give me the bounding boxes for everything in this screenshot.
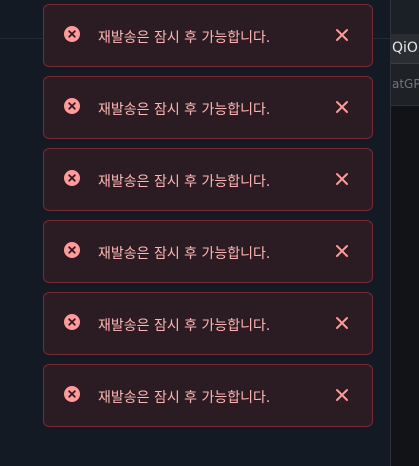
close-icon[interactable] <box>331 312 353 334</box>
toast-stack: 재발송은 잠시 후 가능합니다. 재발송은 잠시 후 가능합니다. 재발송은 잠… <box>43 4 373 436</box>
error-toast: 재발송은 잠시 후 가능합니다. <box>43 148 373 211</box>
toast-message: 재발송은 잠시 후 가능합니다. <box>98 30 271 46</box>
side-panel-header <box>391 0 419 34</box>
close-icon[interactable] <box>331 240 353 262</box>
toast-message: 재발송은 잠시 후 가능합니다. <box>98 390 271 406</box>
side-panel-body <box>391 106 419 466</box>
error-toast: 재발송은 잠시 후 가능합니다. <box>43 4 373 67</box>
close-icon[interactable] <box>331 96 353 118</box>
close-icon[interactable] <box>331 384 353 406</box>
side-panel-tab[interactable]: QiOi <box>391 34 419 64</box>
error-circle-icon <box>64 170 80 186</box>
error-toast: 재발송은 잠시 후 가능합니다. <box>43 364 373 427</box>
toast-message: 재발송은 잠시 후 가능합니다. <box>98 102 271 118</box>
error-circle-icon <box>64 98 80 114</box>
side-panel-subheader: atGP <box>391 64 419 106</box>
error-toast: 재발송은 잠시 후 가능합니다. <box>43 220 373 283</box>
toast-message: 재발송은 잠시 후 가능합니다. <box>98 246 271 262</box>
toast-message: 재발송은 잠시 후 가능합니다. <box>98 174 271 190</box>
error-circle-icon <box>64 242 80 258</box>
close-icon[interactable] <box>331 168 353 190</box>
app-stage: QiOi atGP 재발송은 잠시 후 가능합니다. 재발송은 잠시 후 가능합… <box>0 0 419 466</box>
error-circle-icon <box>64 26 80 42</box>
side-panel-sub-label: atGP <box>392 77 419 91</box>
error-toast: 재발송은 잠시 후 가능합니다. <box>43 292 373 355</box>
toast-message: 재발송은 잠시 후 가능합니다. <box>98 318 271 334</box>
background-side-panel: QiOi atGP <box>390 0 419 466</box>
error-circle-icon <box>64 314 80 330</box>
close-icon[interactable] <box>331 24 353 46</box>
side-panel-tab-label: QiOi <box>392 40 419 56</box>
error-toast: 재발송은 잠시 후 가능합니다. <box>43 76 373 139</box>
error-circle-icon <box>64 386 80 402</box>
